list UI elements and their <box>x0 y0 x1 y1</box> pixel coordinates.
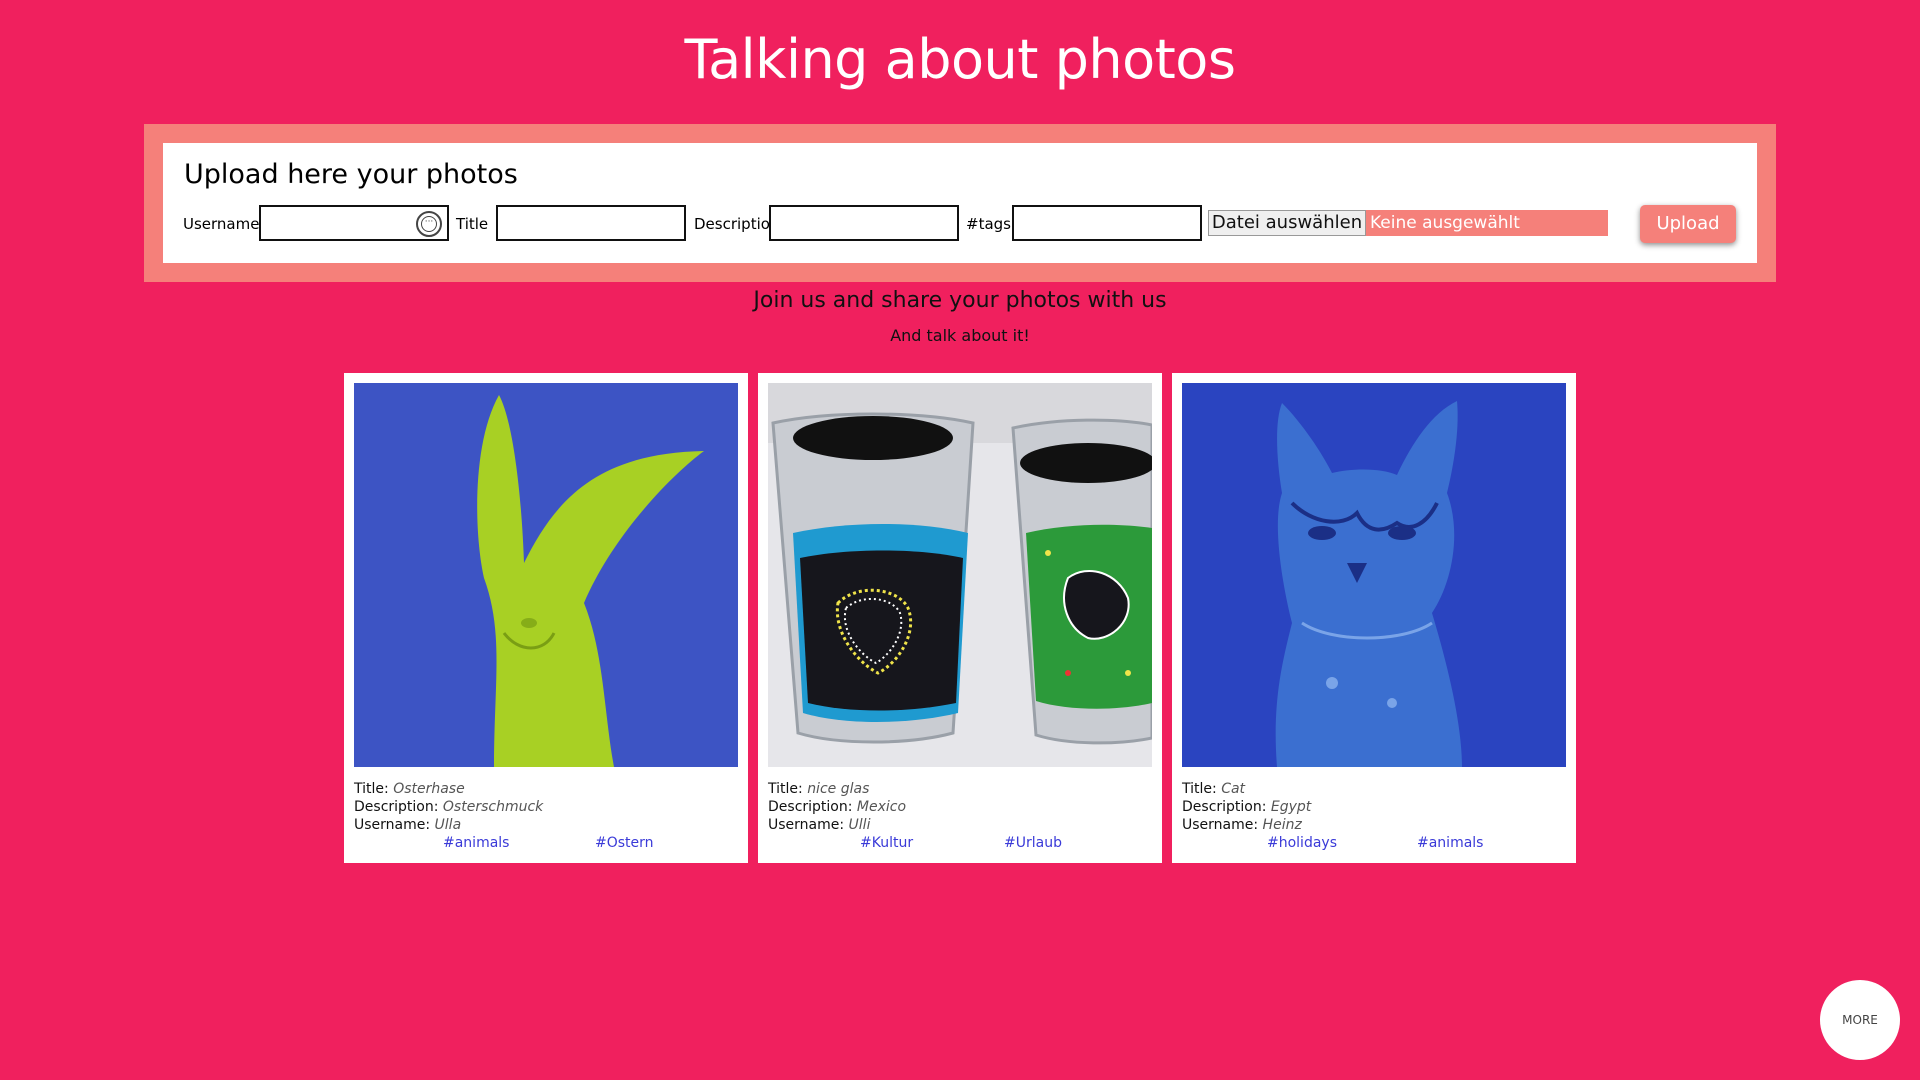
upload-heading: Upload here your photos <box>184 159 518 190</box>
tagline: Join us and share your photos with us <box>753 288 1167 313</box>
photo-title: Osterhase <box>393 781 465 797</box>
photo-meta: Title: Cat Description: Egypt Username: … <box>1182 780 1311 834</box>
photo-meta: Title: nice glas Description: Mexico Use… <box>768 780 906 834</box>
more-button[interactable]: MORE <box>1820 980 1900 1060</box>
photo-username: Ulla <box>434 817 462 833</box>
photo-card: Title: Cat Description: Egypt Username: … <box>1172 373 1576 863</box>
tag-link[interactable]: #Kultur <box>860 835 913 851</box>
photo-username: Heinz <box>1262 817 1302 833</box>
photo-title: Cat <box>1221 781 1246 797</box>
title-key: Title: <box>768 781 803 797</box>
photo-description: Osterschmuck <box>442 799 544 815</box>
username-label: Username <box>183 215 260 233</box>
title-field[interactable] <box>496 205 686 241</box>
tag-link[interactable]: #animals <box>1417 835 1483 851</box>
photo-description: Mexico <box>856 799 907 815</box>
subtagline: And talk about it! <box>890 326 1030 345</box>
photo-username: Ulli <box>848 817 871 833</box>
photo-card: Title: Osterhase Description: Osterschmu… <box>344 373 748 863</box>
description-key: Description: <box>1182 799 1267 815</box>
title-key: Title: <box>354 781 389 797</box>
photo-glasses[interactable] <box>768 383 1152 767</box>
description-field[interactable] <box>769 205 959 241</box>
tag-link[interactable]: #holidays <box>1267 835 1337 851</box>
description-key: Description: <box>354 799 439 815</box>
tag-link[interactable]: #Urlaub <box>1004 835 1062 851</box>
description-key: Description: <box>768 799 853 815</box>
upload-button[interactable]: Upload <box>1640 205 1736 243</box>
photo-card: Title: nice glas Description: Mexico Use… <box>758 373 1162 863</box>
tag-link[interactable]: #Ostern <box>595 835 654 851</box>
file-status: Keine ausgewählt <box>1366 210 1608 236</box>
username-key: Username: <box>354 817 431 833</box>
photo-rabbit[interactable] <box>354 383 738 767</box>
upload-form: Upload here your photos Username ··· Tit… <box>163 143 1757 263</box>
photo-cat[interactable] <box>1182 383 1566 767</box>
title-label: Title <box>456 215 489 233</box>
tags-label: #tags <box>966 215 1011 233</box>
page-title: Talking about photos <box>684 28 1236 91</box>
username-key: Username: <box>1182 817 1259 833</box>
description-label: Description <box>694 215 780 233</box>
username-key: Username: <box>768 817 845 833</box>
upload-section: Upload here your photos Username ··· Tit… <box>144 124 1776 282</box>
choose-file-button[interactable]: Datei auswählen <box>1208 210 1366 236</box>
title-key: Title: <box>1182 781 1217 797</box>
photo-meta: Title: Osterhase Description: Osterschmu… <box>354 780 543 834</box>
photo-title: nice glas <box>807 781 870 797</box>
tags-field[interactable] <box>1012 205 1202 241</box>
tag-link[interactable]: #animals <box>443 835 509 851</box>
photo-description: Egypt <box>1270 799 1312 815</box>
autofill-icon[interactable]: ··· <box>416 211 442 237</box>
